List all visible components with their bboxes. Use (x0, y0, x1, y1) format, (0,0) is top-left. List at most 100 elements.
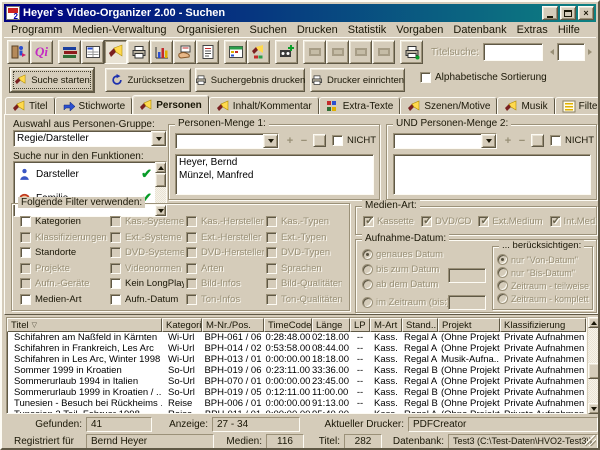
filter-checkbox[interactable]: Videonormen (110, 261, 184, 277)
menu-item[interactable]: Medien-Verwaltung (67, 23, 171, 37)
table-row[interactable]: Sommerurlaub 1994 in Italien So-Url BPH-… (7, 376, 586, 387)
filter-checkbox[interactable]: DVD-Systeme (110, 245, 184, 261)
tab[interactable]: Musik (497, 97, 554, 115)
date-option-from[interactable]: ab dem Datum (362, 279, 438, 290)
media-button-4[interactable] (372, 40, 395, 64)
scrollbar-thumb[interactable] (588, 363, 600, 379)
db-print-button[interactable] (400, 40, 423, 64)
print-button[interactable] (127, 40, 150, 64)
date-option-range[interactable]: im Zeitraum (bis:) (362, 297, 450, 308)
column-header-timecode[interactable]: TimeCode (264, 318, 312, 332)
filter-checkbox[interactable]: Ext.-Systeme (110, 230, 184, 246)
column-header-mnr[interactable]: M-Nr./Pos. (202, 318, 264, 332)
alphabetic-sort-checkbox[interactable]: Alphabetische Sortierung (420, 72, 547, 83)
consider-option-von[interactable]: nur "Von-Datum" (497, 254, 578, 265)
menu-item[interactable]: Drucken (292, 23, 343, 37)
menu-item[interactable]: Programm (6, 23, 67, 37)
reset-button[interactable]: Zurücksetzen (105, 68, 191, 92)
filter-checkbox[interactable]: Bild-Qualitäten (266, 276, 342, 292)
media-type-checkbox[interactable]: Int.Medium (550, 216, 600, 227)
menu-item[interactable]: Hilfe (553, 23, 585, 37)
tab[interactable]: Stichworte (55, 97, 133, 115)
quick-info-button[interactable]: Qi (30, 40, 53, 64)
filter-checkbox[interactable]: DVD-Typen (266, 245, 342, 261)
person-entry[interactable]: Heyer, Bernd (179, 156, 370, 169)
filter-checkbox[interactable]: Bild-Infos (186, 276, 264, 292)
add-person-button[interactable]: + (502, 135, 514, 147)
filter-checkbox[interactable]: Projekte (20, 261, 108, 277)
scroll-up-button[interactable] (588, 317, 600, 328)
filter-checkbox[interactable]: Aufn.-Geräte (20, 276, 108, 292)
person-group-combobox[interactable]: Regie/Darsteller (13, 130, 167, 147)
statistics-button[interactable] (150, 40, 173, 64)
consider-option-bis[interactable]: nur "Bis-Datum" (497, 267, 575, 278)
color-search-button[interactable] (247, 40, 270, 64)
filter-checkbox[interactable]: Kategorien (20, 214, 108, 230)
filter-checkbox[interactable]: Kein LongPlay (110, 276, 184, 292)
menu-item[interactable]: Statistik (343, 23, 392, 37)
filter-checkbox[interactable]: Sprachen (266, 261, 342, 277)
filter-checkbox[interactable]: Ton-Infos (186, 292, 264, 308)
filter-checkbox[interactable]: Kas.-Systeme (110, 214, 184, 230)
consider-option-complete[interactable]: Zeitraum - komplett (497, 293, 589, 304)
resize-grip[interactable] (585, 435, 596, 446)
spinner-value[interactable] (557, 43, 585, 61)
tab[interactable]: Szenen/Motive (400, 97, 497, 115)
filter-checkbox[interactable]: DVD-Hersteller (186, 245, 264, 261)
tab[interactable]: Personen (132, 95, 209, 115)
filter-checkbox[interactable]: Medien-Art (20, 292, 108, 308)
card-index-button[interactable] (81, 40, 104, 64)
tab[interactable]: Filter (555, 97, 600, 115)
menu-item[interactable]: Datenbank (448, 23, 511, 37)
filter-checkbox[interactable]: Ton-Qualitäten (266, 292, 342, 308)
tab[interactable]: Titel (5, 97, 55, 115)
filter-checkbox[interactable]: Kas.-Typen (266, 214, 342, 230)
remove-person-button[interactable]: − (516, 135, 528, 147)
presets-button[interactable] (173, 40, 196, 64)
media-type-checkbox[interactable]: DVD/CD (421, 216, 471, 227)
tab[interactable]: Inhalt/Kommentar (209, 97, 319, 115)
maximize-button[interactable] (560, 6, 576, 20)
menu-item[interactable]: Vorgaben (391, 23, 448, 37)
column-header-klassifizierung[interactable]: Klassifizierung (500, 318, 586, 332)
date-option-exact[interactable]: genaues Datum (362, 249, 443, 260)
column-header-titel[interactable]: Titel▽ (7, 318, 162, 332)
filter-checkbox[interactable]: Ext.-Typen (266, 230, 342, 246)
menu-item[interactable]: Suchen (245, 23, 292, 37)
date-input-1[interactable] (448, 268, 486, 283)
table-row[interactable]: Sommer 1999 in Kroatien So-Url BPH-019 /… (7, 365, 586, 376)
dropdown-button[interactable] (481, 134, 496, 148)
column-header-standort[interactable]: Stand... (402, 318, 438, 332)
table-row[interactable]: Tunesien 2.Teil, Februar 1998 Reise BPH-… (7, 409, 586, 414)
add-media-button[interactable] (275, 40, 298, 64)
title-search-input[interactable] (483, 43, 543, 61)
consider-option-partial[interactable]: Zeitraum - teilweise (497, 280, 589, 291)
tab[interactable]: Extra-Texte (319, 97, 401, 115)
function-item[interactable]: Darsteller ✔ (14, 162, 166, 186)
clear-set-button[interactable] (531, 134, 544, 147)
dropdown-button[interactable] (151, 131, 166, 146)
column-header-laenge[interactable]: Länge (312, 318, 350, 332)
scrollbar-thumb[interactable] (155, 173, 166, 187)
add-person-button[interactable]: + (284, 135, 296, 147)
media-button-3[interactable] (349, 40, 372, 64)
media-type-checkbox[interactable]: Ext.Medium (478, 216, 542, 227)
media-stack-button[interactable] (58, 40, 81, 64)
date-option-until[interactable]: bis zum Datum (362, 264, 439, 275)
person-entry[interactable]: Münzel, Manfred (179, 169, 370, 182)
exit-button[interactable] (7, 40, 30, 64)
remove-person-button[interactable]: − (298, 135, 310, 147)
filter-checkbox[interactable]: Kas.-Hersteller (186, 214, 264, 230)
calendar-statistics-button[interactable] (224, 40, 247, 64)
filter-checkbox[interactable]: Ext.-Hersteller (186, 230, 264, 246)
table-scrollbar[interactable] (588, 317, 600, 414)
person-set-2-combobox[interactable] (393, 133, 497, 149)
filter-checkbox[interactable]: Arten (186, 261, 264, 277)
clear-set-button[interactable] (313, 134, 326, 147)
menu-item[interactable]: Organisieren (172, 23, 245, 37)
start-search-button[interactable]: Suche starten (10, 68, 94, 92)
search-button[interactable] (104, 40, 127, 64)
scroll-up-button[interactable] (155, 162, 166, 173)
media-button-2[interactable] (326, 40, 349, 64)
close-button[interactable]: × (578, 6, 594, 20)
